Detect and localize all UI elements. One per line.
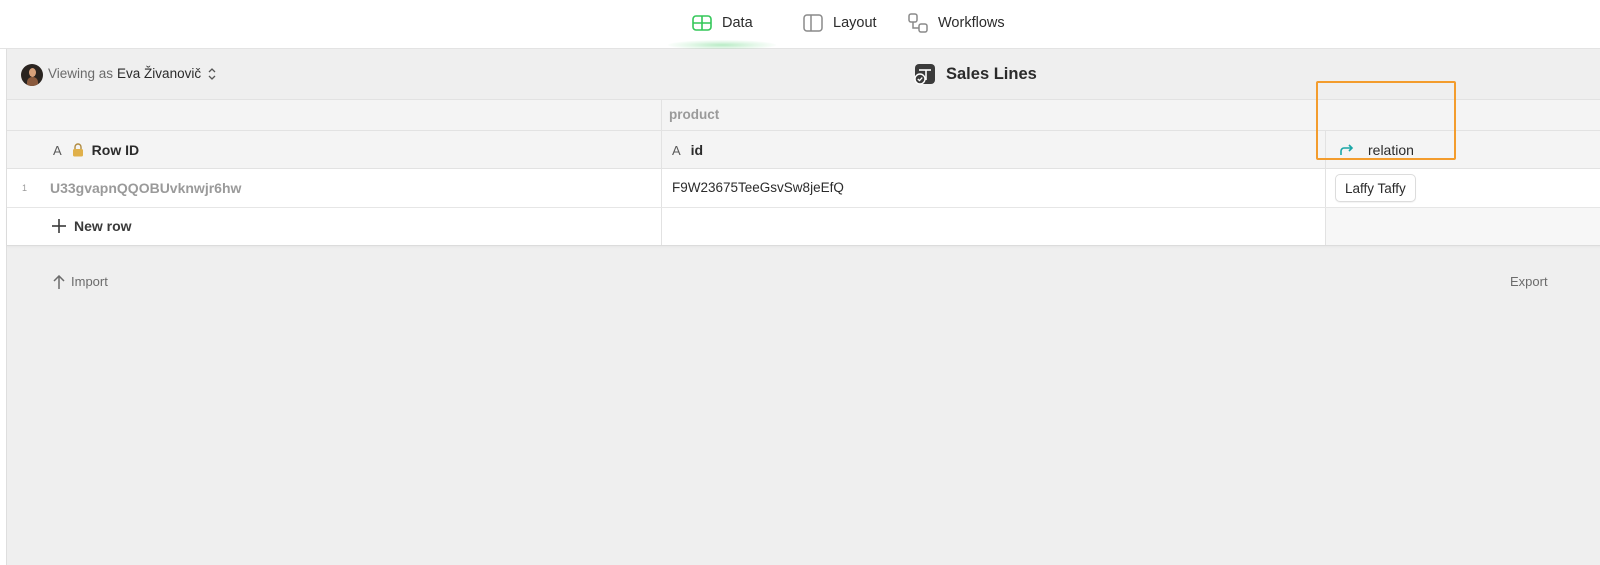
- id-value: F9W23675TeeGsvSw8jeEfQ: [672, 180, 844, 195]
- arrow-up-icon: [53, 274, 65, 289]
- column-header-id[interactable]: A id: [662, 131, 1326, 168]
- table-title: Sales Lines: [914, 63, 1037, 85]
- new-row-label: New row: [74, 218, 132, 234]
- export-button[interactable]: Export: [1510, 274, 1548, 289]
- cell-relation[interactable]: Laffy Taffy: [1326, 169, 1600, 207]
- column-header-row-id[interactable]: A Row ID: [7, 131, 662, 168]
- tab-data-label: Data: [722, 15, 753, 31]
- tab-data[interactable]: Data: [692, 10, 753, 36]
- relation-chip[interactable]: Laffy Taffy: [1335, 174, 1416, 202]
- avatar[interactable]: [21, 64, 43, 86]
- import-button[interactable]: Import: [53, 274, 108, 289]
- column-header-relation[interactable]: relation: [1326, 131, 1600, 168]
- lock-icon: [72, 143, 83, 157]
- table-icon: [692, 15, 712, 31]
- viewing-as-user: Eva Živanovič: [117, 66, 202, 81]
- text-type-icon: A: [53, 142, 62, 158]
- column-group-row: product: [7, 100, 1600, 131]
- column-label-row-id: Row ID: [91, 142, 140, 158]
- layout-icon: [803, 14, 823, 32]
- cell-row-id[interactable]: 1 U33gvapnQQOBUvknwjr6hw: [7, 169, 662, 207]
- column-label-id: id: [690, 142, 704, 158]
- row-number: 1: [22, 183, 28, 193]
- tab-layout[interactable]: Layout: [803, 10, 877, 36]
- tab-layout-label: Layout: [833, 15, 877, 31]
- table-title-text: Sales Lines: [946, 64, 1037, 83]
- tab-workflows-label: Workflows: [938, 15, 1005, 31]
- new-row: New row: [7, 208, 1600, 246]
- cell-id[interactable]: F9W23675TeeGsvSw8jeEfQ: [662, 169, 1326, 207]
- viewing-as-prefix: Viewing as: [48, 66, 114, 81]
- top-nav: Data Layout Workflows: [0, 0, 1600, 50]
- text-type-icon: A: [672, 142, 681, 158]
- relation-arrow-icon: [1340, 144, 1354, 155]
- row-id-value: U33gvapnQQOBUvknwjr6hw: [50, 180, 242, 196]
- plus-icon: [52, 219, 66, 233]
- table-row[interactable]: 1 U33gvapnQQOBUvknwjr6hw F9W23675TeeGsvS…: [7, 169, 1600, 208]
- workflows-icon: [908, 13, 928, 33]
- view-bar: Viewing as Eva Živanovič Sales Lines: [7, 49, 1600, 100]
- viewing-as-selector[interactable]: Viewing as Eva Živanovič: [48, 66, 216, 81]
- column-group-label: product: [669, 107, 720, 122]
- new-row-button[interactable]: New row: [52, 218, 132, 234]
- import-label: Import: [71, 274, 108, 289]
- data-editor-panel: Viewing as Eva Živanovič Sales Lines pro…: [6, 49, 1600, 565]
- chevron-up-down-icon: [208, 67, 216, 80]
- column-header-row: A Row ID A id relation: [7, 131, 1600, 169]
- tab-workflows[interactable]: Workflows: [908, 10, 1005, 36]
- column-label-relation: relation: [1368, 142, 1414, 158]
- table-source-icon: [914, 64, 935, 85]
